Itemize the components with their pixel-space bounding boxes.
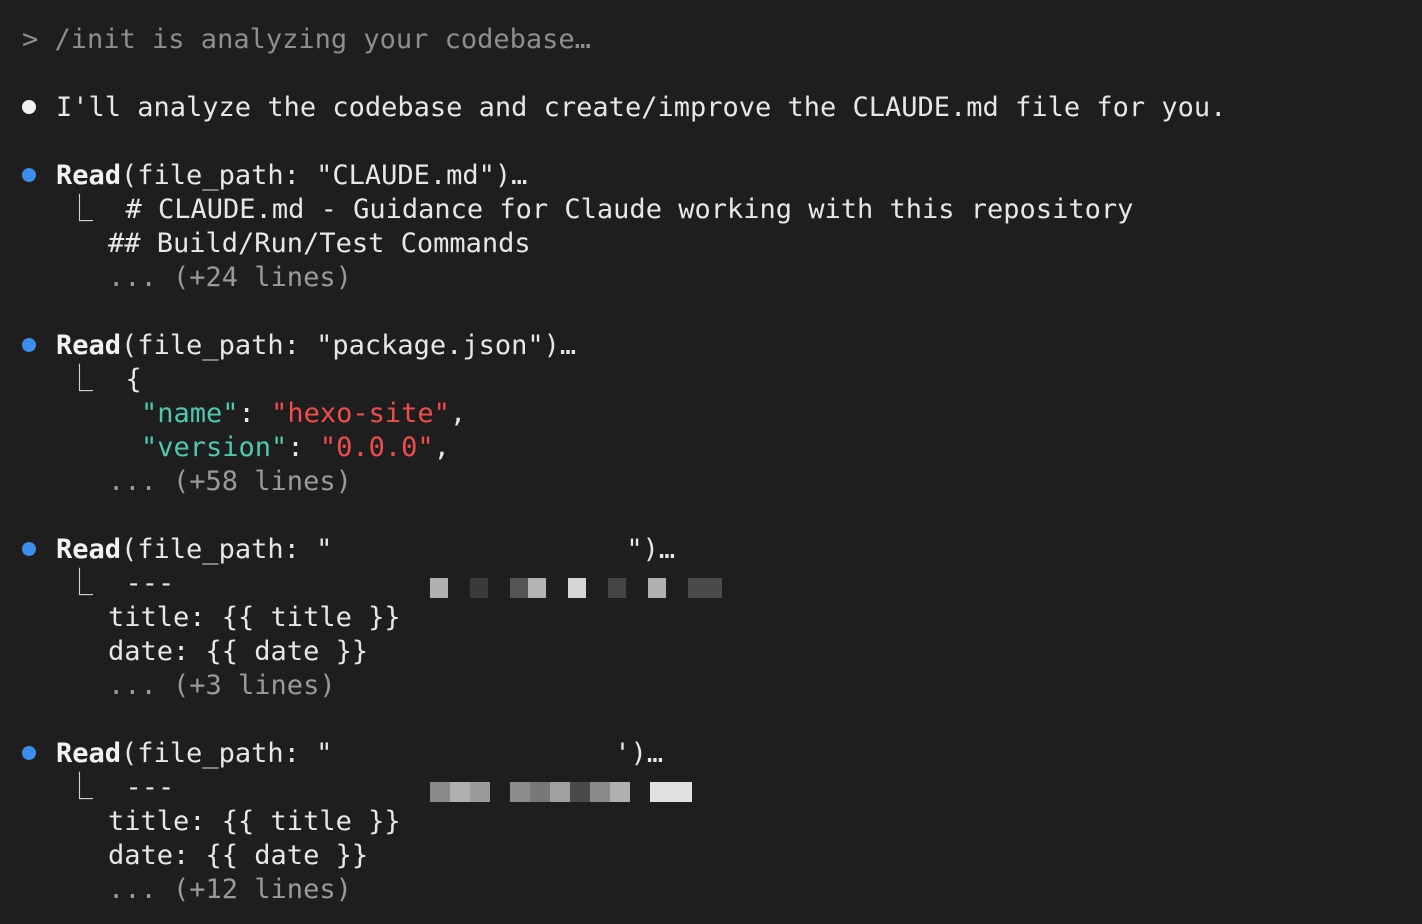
json-sep: :	[238, 398, 272, 429]
json-trail: ,	[449, 398, 467, 429]
json-key: "name"	[141, 398, 239, 429]
output-text: {	[125, 364, 142, 395]
json-sep: :	[287, 432, 320, 463]
more-lines-indicator[interactable]: ... (+3 lines)	[108, 669, 336, 703]
tool-bullet-icon	[22, 167, 36, 182]
tree-branch-icon: ⎿	[66, 568, 93, 599]
tool-name: Read	[56, 534, 122, 565]
assistant-message: I'll analyze the codebase and create/imp…	[56, 92, 1227, 123]
more-lines-indicator[interactable]: ... (+12 lines)	[108, 873, 352, 907]
tool-args-close: ')…	[614, 738, 664, 769]
tool-args-open: (file_path: "	[121, 534, 333, 565]
json-line: "version": "0.0.0",	[141, 431, 450, 465]
json-line: "name": "hexo-site",	[141, 397, 466, 431]
tool-call-header: Read(file_path: " ')…	[22, 737, 692, 802]
json-value: "hexo-site"	[271, 398, 450, 429]
tool-name: Read	[56, 160, 122, 191]
tree-branch-icon: ⎿	[66, 364, 93, 395]
tool-output-line: title: {{ title }}	[108, 806, 401, 837]
json-trail: ,	[433, 432, 450, 463]
prompt-line: > /init is analyzing your codebase…	[22, 24, 591, 55]
tool-call-header: Read(file_path: " ")…	[22, 533, 722, 598]
tool-call-header: Read(file_path: "package.json")…	[22, 329, 576, 363]
tool-bullet-icon	[22, 541, 36, 556]
more-lines-indicator[interactable]: ... (+24 lines)	[108, 261, 352, 295]
output-text: ---	[125, 568, 175, 599]
tool-output-line: ⎿ {	[66, 363, 142, 397]
tool-args: (file_path: "CLAUDE.md")…	[121, 160, 528, 191]
tree-branch-icon: ⎿	[66, 772, 93, 803]
tool-bullet-icon	[22, 337, 36, 352]
tool-output-line: date: {{ date }}	[108, 636, 369, 667]
tool-args: (file_path: "package.json")…	[121, 330, 577, 361]
tool-output-line: ⎿ # CLAUDE.md - Guidance for Claude work…	[66, 193, 1133, 227]
terminal-window: > /init is analyzing your codebase… I'll…	[0, 0, 1422, 924]
tree-branch-icon: ⎿	[66, 194, 93, 225]
tool-call-header: Read(file_path: "CLAUDE.md")…	[22, 159, 527, 193]
tool-args-open: (file_path: "	[121, 738, 333, 769]
tool-output-line: ## Build/Run/Test Commands	[108, 228, 531, 259]
json-key: "version"	[141, 432, 288, 463]
json-value: "0.0.0"	[319, 432, 434, 463]
tool-output-line: title: {{ title }}	[108, 602, 401, 633]
output-text: ---	[125, 772, 175, 803]
tool-name: Read	[56, 330, 122, 361]
tool-output-line: ⎿ ---	[66, 567, 174, 601]
redacted-path	[332, 743, 692, 802]
tool-output-line: ⎿ ---	[66, 771, 174, 805]
tool-name: Read	[56, 738, 122, 769]
tool-args-close: ")…	[626, 534, 676, 565]
tool-output-line: date: {{ date }}	[108, 840, 369, 871]
more-lines-indicator[interactable]: ... (+58 lines)	[108, 465, 352, 499]
output-text: # CLAUDE.md - Guidance for Claude workin…	[125, 194, 1134, 225]
redacted-path	[332, 539, 722, 598]
assistant-message-row: I'll analyze the codebase and create/imp…	[22, 91, 1226, 125]
tool-bullet-icon	[22, 745, 36, 760]
message-bullet-icon	[22, 99, 36, 114]
